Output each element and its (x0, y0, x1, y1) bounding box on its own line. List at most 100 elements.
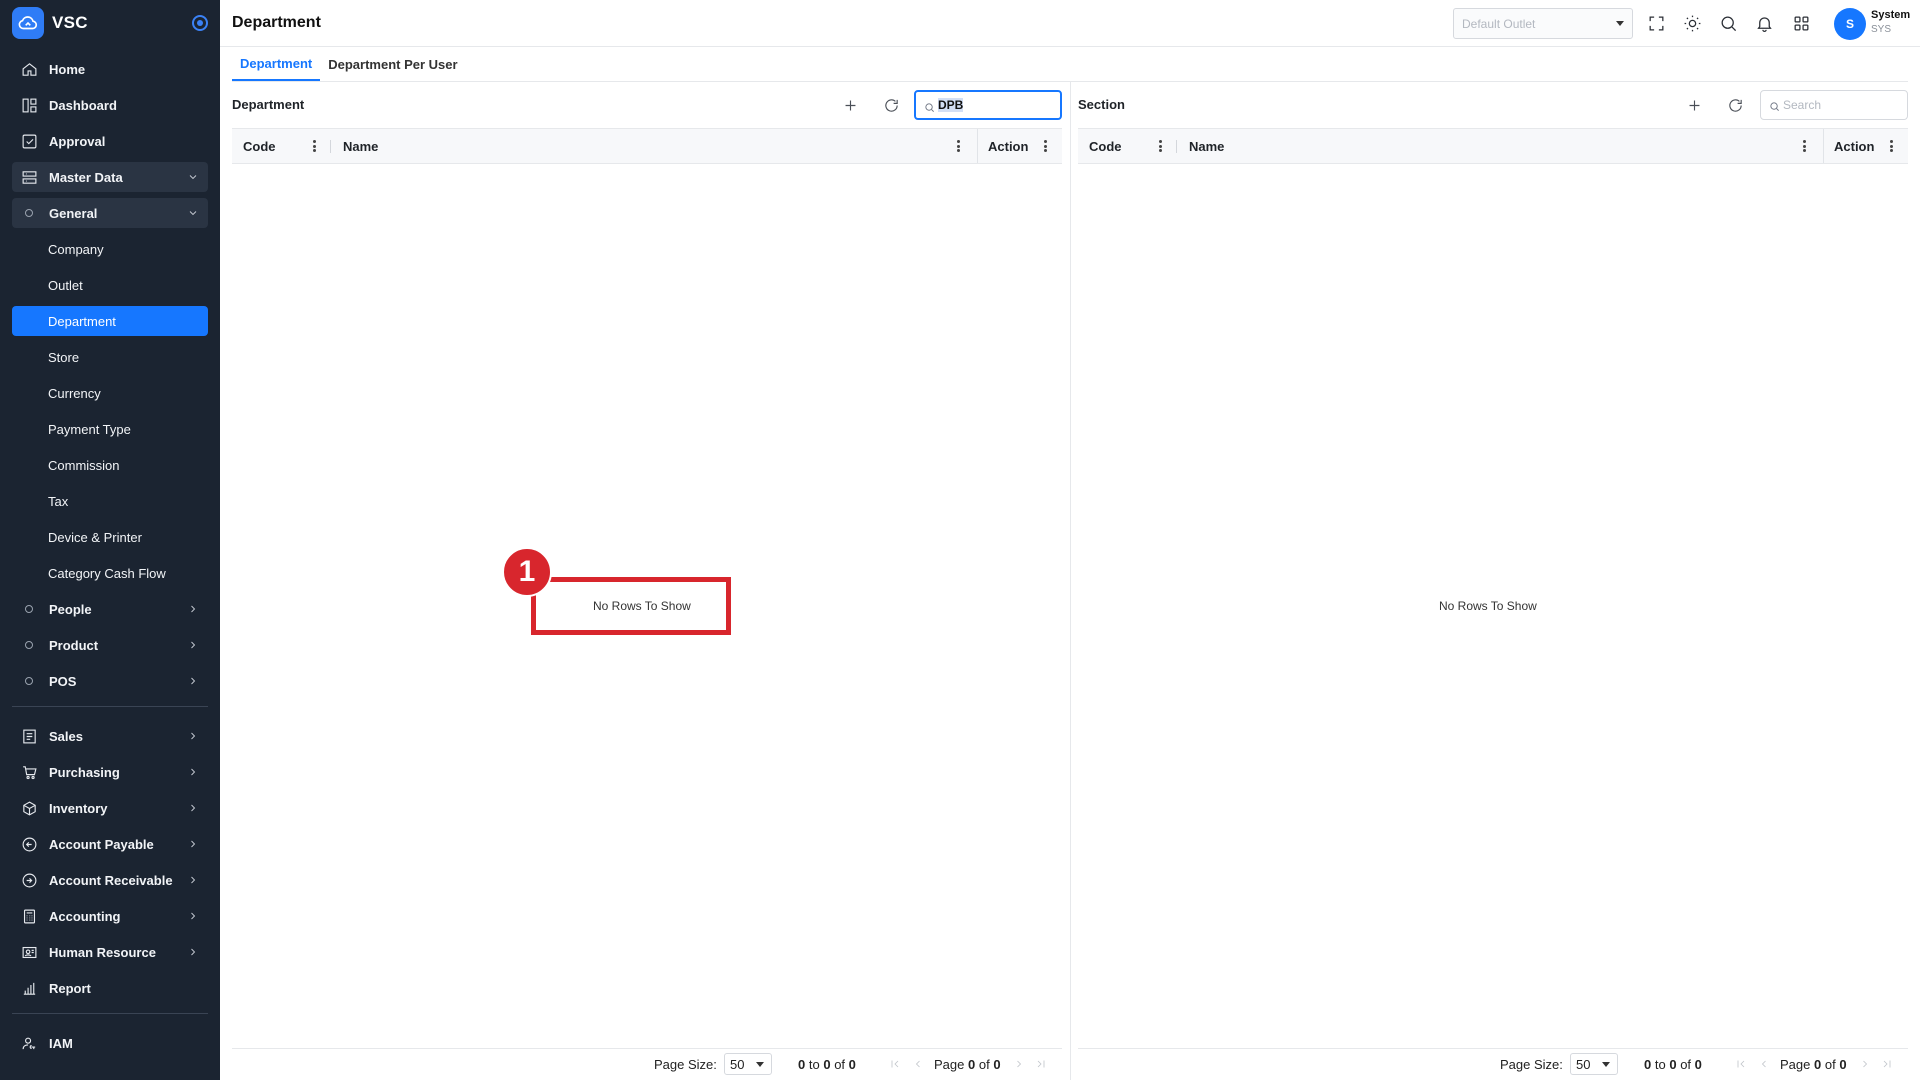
column-resize-handle[interactable] (330, 140, 331, 153)
range-total: 0 (1694, 1057, 1702, 1072)
page-label: Page (934, 1057, 965, 1072)
bar-chart-icon (20, 979, 38, 997)
sun-icon[interactable] (1681, 12, 1703, 34)
column-header-code[interactable]: Code (243, 129, 276, 163)
page-size-select[interactable]: 50 (724, 1053, 772, 1075)
sidebar-item-commission[interactable]: Commission (12, 450, 208, 480)
column-menu-icon[interactable] (1044, 140, 1048, 152)
sidebar-item-label: Store (48, 349, 80, 365)
sidebar-item-currency[interactable]: Currency (12, 378, 208, 408)
previous-page-icon[interactable] (912, 1058, 924, 1070)
bell-icon[interactable] (1753, 12, 1775, 34)
sidebar-item-label: Department (48, 313, 116, 329)
chevron-right-icon (186, 729, 200, 743)
search-icon[interactable] (1717, 12, 1739, 34)
sidebar-item-payment-type[interactable]: Payment Type (12, 414, 208, 444)
fullscreen-icon[interactable] (1645, 12, 1667, 34)
sidebar-item-tax[interactable]: Tax (12, 486, 208, 516)
sales-icon (20, 727, 38, 745)
sidebar-item-label: General (49, 205, 98, 221)
sidebar-toggle-icon[interactable] (192, 15, 208, 31)
calculator-icon (20, 907, 38, 925)
first-page-icon[interactable] (1735, 1058, 1747, 1070)
section-search-box[interactable] (1760, 90, 1908, 120)
sidebar-item-department[interactable]: Department (12, 306, 208, 336)
sidebar-item-label: Product (49, 637, 99, 653)
range-of-label: of (834, 1057, 846, 1072)
search-icon (1769, 99, 1780, 111)
plus-icon (845, 100, 855, 110)
next-page-icon[interactable] (1013, 1058, 1025, 1070)
range-to-label: to (808, 1057, 820, 1072)
sidebar-item-dashboard[interactable]: Dashboard (12, 90, 208, 120)
sidebar-item-company[interactable]: Company (12, 234, 208, 264)
outlet-select[interactable]: Default Outlet (1453, 8, 1633, 39)
sidebar-item-inventory[interactable]: Inventory (12, 793, 208, 823)
previous-page-icon[interactable] (1758, 1058, 1770, 1070)
column-menu-icon[interactable] (957, 140, 961, 152)
column-header-name[interactable]: Name (1189, 129, 1224, 163)
sidebar-item-outlet[interactable]: Outlet (12, 270, 208, 300)
page-size-label: Page Size: (654, 1057, 717, 1072)
column-header-action[interactable]: Action (988, 129, 1028, 163)
range-total: 0 (848, 1057, 856, 1072)
sidebar-item-iam[interactable]: IAM (12, 1028, 208, 1058)
next-page-icon[interactable] (1859, 1058, 1871, 1070)
sidebar-item-people[interactable]: People (12, 594, 208, 624)
sidebar-item-general[interactable]: General (12, 198, 208, 228)
sidebar-item-accounting[interactable]: Accounting (12, 901, 208, 931)
column-menu-icon[interactable] (313, 140, 317, 152)
refresh-department-button[interactable] (880, 94, 902, 116)
sidebar-item-label: Approval (49, 133, 106, 149)
column-menu-icon[interactable] (1803, 140, 1807, 152)
apps-grid-icon[interactable] (1790, 12, 1812, 34)
sidebar-item-pos[interactable]: POS (12, 666, 208, 696)
add-section-button[interactable] (1683, 94, 1705, 116)
sidebar-item-category-cash-flow[interactable]: Category Cash Flow (12, 558, 208, 588)
sidebar-item-account-receivable[interactable]: Account Receivable (12, 865, 208, 895)
sidebar-item-master-data[interactable]: Master Data (12, 162, 208, 192)
caret-down-icon (1616, 21, 1624, 26)
chevron-right-icon (186, 873, 200, 887)
department-search-box[interactable]: DPB (914, 90, 1062, 120)
sidebar-item-sales[interactable]: Sales (12, 721, 208, 751)
section-search-input[interactable] (1783, 98, 1898, 112)
column-resize-handle[interactable] (1176, 140, 1177, 153)
column-header-code[interactable]: Code (1089, 129, 1122, 163)
refresh-section-button[interactable] (1724, 94, 1746, 116)
avatar[interactable]: S (1834, 8, 1866, 40)
sidebar-item-human-resource[interactable]: Human Resource (12, 937, 208, 967)
section-grid-footer: Page Size: 50 0 to 0 of 0 Page 0 of 0 (1078, 1048, 1908, 1080)
last-page-icon[interactable] (1881, 1058, 1893, 1070)
column-menu-icon[interactable] (1159, 140, 1163, 152)
page-label: Page (1780, 1057, 1811, 1072)
cart-icon (20, 763, 38, 781)
department-toolbar: Department DPB (232, 82, 1062, 128)
annotation-highlight-box (531, 577, 731, 635)
page-number: 0 (968, 1057, 976, 1072)
sidebar-item-account-payable[interactable]: Account Payable (12, 829, 208, 859)
chevron-right-icon (186, 602, 200, 616)
column-header-name[interactable]: Name (343, 129, 378, 163)
payable-icon (20, 835, 38, 853)
sidebar-item-label: Accounting (49, 908, 121, 924)
sidebar-item-store[interactable]: Store (12, 342, 208, 372)
last-page-icon[interactable] (1035, 1058, 1047, 1070)
sidebar-item-device-printer[interactable]: Device & Printer (12, 522, 208, 552)
column-menu-icon[interactable] (1890, 140, 1894, 152)
sidebar-item-product[interactable]: Product (12, 630, 208, 660)
sidebar-item-label: Currency (48, 385, 101, 401)
outlet-select-placeholder: Default Outlet (1462, 16, 1536, 31)
first-page-icon[interactable] (889, 1058, 901, 1070)
sidebar-item-approval[interactable]: Approval (12, 126, 208, 156)
sidebar-item-report[interactable]: Report (12, 973, 208, 1003)
tab-department[interactable]: Department (232, 48, 321, 81)
sidebar-item-label: Payment Type (48, 421, 131, 437)
column-header-action[interactable]: Action (1834, 129, 1874, 163)
department-search-input[interactable]: DPB (938, 98, 964, 112)
sidebar-item-purchasing[interactable]: Purchasing (12, 757, 208, 787)
sidebar-item-home[interactable]: Home (12, 54, 208, 84)
tab-department-per-user[interactable]: Department Per User (320, 48, 465, 81)
add-department-button[interactable] (839, 94, 861, 116)
page-size-select[interactable]: 50 (1570, 1053, 1618, 1075)
